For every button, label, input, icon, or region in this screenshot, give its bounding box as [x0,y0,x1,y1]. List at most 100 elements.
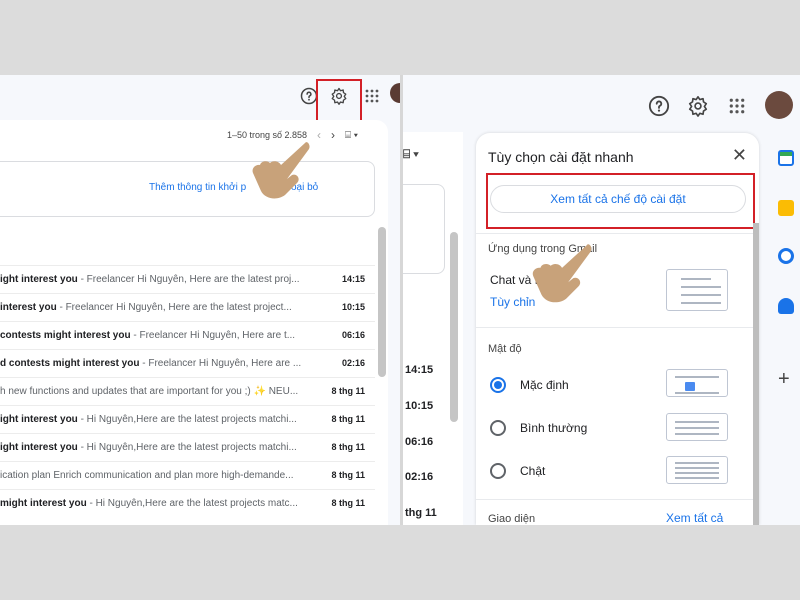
density-normal-radio[interactable] [490,420,506,436]
settings-gear-icon[interactable] [685,93,711,119]
email-time: 8 thg 11 [327,498,365,508]
email-list: ight interest you - Freelancer Hi Nguyên… [0,265,375,517]
email-time: 14:15 [337,274,365,284]
promo-banner: Thêm thông tin khởi p oại bỏ [0,161,375,217]
divider [476,327,759,328]
email-snippet: - Hi Nguyên,Here are the latest projects… [77,414,297,425]
email-time: 14:15 [405,364,434,376]
email-time: 8 thg 11 [327,470,365,480]
input-tools-dropdown[interactable]: ⌸ ▾ [403,147,419,162]
prev-page-icon[interactable]: ‹ [317,128,321,142]
email-text: might interest you - Hi Nguyên,Here are … [0,498,298,509]
promo-link[interactable]: Thêm thông tin khởi p [149,182,246,193]
email-row[interactable]: interest you - Freelancer Hi Nguyên, Her… [0,293,375,321]
contacts-icon[interactable] [778,298,794,314]
email-row[interactable]: h new functions and updates that are imp… [0,377,375,405]
email-snippet: ication plan Enrich communication and pl… [0,470,294,481]
email-time: 06:16 [405,436,434,448]
email-subject: ight interest you [0,414,78,425]
density-compact-label[interactable]: Chật [520,464,545,478]
pointing-hand-icon [252,142,310,199]
density-normal-label[interactable]: Bình thường [520,421,587,435]
email-row[interactable]: might interest you - Hi Nguyên,Here are … [0,489,375,517]
email-subject: ight interest you [0,274,78,285]
avatar[interactable] [390,83,400,103]
density-default-label[interactable]: Mặc định [520,378,569,392]
email-snippet: - Freelancer Hi Nguyên, Here are t... [130,330,296,341]
email-time: 02:16 [337,358,365,368]
email-text: h new functions and updates that are imp… [0,386,298,397]
email-subject: interest you [0,302,57,313]
email-text: ication plan Enrich communication and pl… [0,470,294,481]
density-default-radio[interactable] [490,377,506,393]
next-page-icon[interactable]: › [331,128,335,142]
avatar[interactable] [765,91,793,119]
email-snippet: - Freelancer Hi Nguyên, Here are the lat… [77,274,300,285]
promo-card-edge [403,184,445,274]
email-text: ight interest you - Hi Nguyên,Here are t… [0,414,297,425]
email-row[interactable]: ight interest you - Hi Nguyên,Here are t… [0,433,375,461]
quick-settings-panel: Tùy chọn cài đặt nhanh ✕ Xem tất cả chế … [476,133,759,525]
input-tools-icon[interactable]: ⌸ ▾ [345,130,358,141]
bottom-band [0,525,800,600]
density-compact-radio[interactable] [490,463,506,479]
keep-icon[interactable] [778,200,794,216]
quick-settings-title: Tùy chọn cài đặt nhanh [488,149,634,165]
theme-see-all-link[interactable]: Xem tất cả [666,511,723,525]
right-gmail-panel: ⌸ ▾ 14:15 10:15 06:16 02:16 thg 11 Tùy c… [403,75,800,525]
apps-grid-icon[interactable] [360,84,384,108]
email-row[interactable]: d contests might interest you - Freelanc… [0,349,375,377]
left-top-bar [0,75,400,123]
divider [476,233,759,234]
panel-scrollbar[interactable] [753,223,759,525]
email-time: 10:15 [405,400,434,412]
email-time: 8 thg 11 [327,386,365,396]
email-text: d contests might interest you - Freelanc… [0,358,301,369]
apps-preview-thumbnail [666,269,728,311]
density-default-thumbnail [666,369,728,397]
email-snippet: - Hi Nguyên,Here are the latest projects… [86,498,298,509]
density-normal-thumbnail [666,413,728,441]
density-compact-thumbnail [666,456,728,484]
email-text: ight interest you - Hi Nguyên,Here are t… [0,442,297,453]
left-gmail-panel: 1–50 trong số 2.858 ‹ › ⌸ ▾ Thêm thông t… [0,75,400,525]
close-icon[interactable]: ✕ [732,145,747,166]
email-row[interactable]: contests might interest you - Freelancer… [0,321,375,349]
email-time: 10:15 [337,302,365,312]
email-time: 8 thg 11 [327,442,365,452]
calendar-icon[interactable] [778,150,794,166]
scrollbar[interactable] [378,227,386,377]
email-time: 8 thg 11 [327,414,365,424]
email-snippet: - Hi Nguyên,Here are the latest projects… [77,442,297,453]
email-subject: d contests might interest you [0,358,140,369]
email-text: interest you - Freelancer Hi Nguyên, Her… [0,302,292,313]
email-subject: contests might interest you [0,330,131,341]
density-heading: Mật độ [488,343,522,355]
pointing-hand-icon [532,244,592,303]
email-subject: ight interest you [0,442,78,453]
email-time: 06:16 [337,330,365,340]
divider [476,499,759,500]
email-row[interactable]: ight interest you - Freelancer Hi Nguyên… [0,265,375,293]
apps-grid-icon[interactable] [725,94,749,118]
email-snippet: h new functions and updates that are imp… [0,386,299,397]
side-panel-rail: + [772,132,800,525]
email-text: ight interest you - Freelancer Hi Nguyên… [0,274,300,285]
email-text: contests might interest you - Freelancer… [0,330,295,341]
email-row[interactable]: ight interest you - Hi Nguyên,Here are t… [0,405,375,433]
email-subject: might interest you [0,498,87,509]
theme-heading: Giao diện [488,513,536,525]
email-snippet: - Freelancer Hi Nguyên, Here are the lat… [56,302,292,313]
see-all-highlight-box [486,173,755,229]
email-row[interactable]: ication plan Enrich communication and pl… [0,461,375,489]
top-band [0,0,800,75]
help-icon[interactable] [646,93,672,119]
mail-list-behind: ⌸ ▾ 14:15 10:15 06:16 02:16 thg 11 [403,132,463,525]
email-time: 02:16 [405,471,434,483]
email-snippet: - Freelancer Hi Nguyên, Here are ... [139,358,302,369]
tasks-icon[interactable] [778,248,794,264]
settings-highlight-box [316,79,362,123]
list-scrollbar[interactable] [450,232,458,422]
email-time: thg 11 [405,507,437,519]
add-addon-icon[interactable]: + [778,368,790,391]
